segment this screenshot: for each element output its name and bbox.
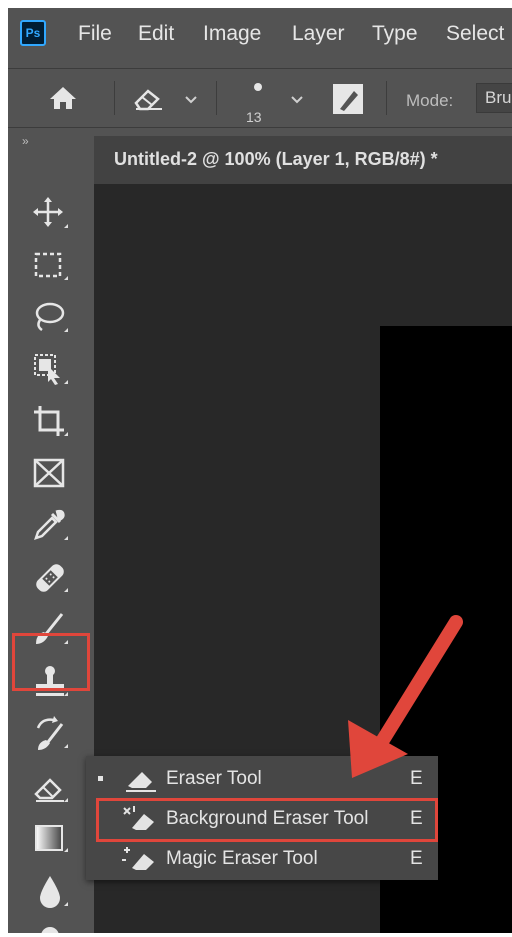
- dodge-tool[interactable]: [30, 920, 70, 933]
- marquee-tool[interactable]: [30, 246, 70, 286]
- bandage-icon: [36, 564, 64, 592]
- document-tab[interactable]: Untitled-2 @ 100% (Layer 1, RGB/8#) *: [94, 136, 512, 184]
- rectangular-marquee-icon: [34, 252, 62, 278]
- red-arrow-annotation: [348, 615, 463, 778]
- active-tool-indicator: [98, 776, 103, 781]
- eraser-tool-preset-icon[interactable]: [132, 87, 166, 111]
- water-drop-icon: [40, 876, 60, 908]
- options-bar: 13 Mode: Bru: [8, 68, 512, 128]
- chevron-down-icon[interactable]: [184, 95, 198, 105]
- menu-layer[interactable]: Layer: [292, 20, 345, 48]
- flyout-item-shortcut: E: [410, 848, 423, 869]
- flyout-item-magic-eraser-tool[interactable]: Magic Eraser Tool E: [86, 840, 438, 878]
- flyout-item-label: Magic Eraser Tool: [166, 848, 318, 869]
- tools-panel: »: [8, 128, 88, 933]
- eyedropper-icon: [34, 509, 65, 540]
- menu-edit[interactable]: Edit: [138, 20, 174, 48]
- history-brush-icon: [36, 716, 64, 750]
- lasso-icon: [35, 302, 65, 332]
- frame-icon: [33, 458, 65, 488]
- home-icon[interactable]: [48, 85, 78, 111]
- crop-tool[interactable]: [30, 402, 70, 442]
- chevron-down-icon[interactable]: [290, 95, 304, 105]
- object-selection-icon: [34, 354, 60, 385]
- eyedropper-tool[interactable]: [30, 506, 70, 546]
- eraser-tool-highlight: [12, 633, 90, 691]
- object-selection-tool[interactable]: [30, 350, 70, 390]
- menu-type[interactable]: Type: [372, 20, 418, 48]
- separator: [114, 81, 115, 115]
- photoshop-window: Ps File Edit Image Layer Type Select 13: [8, 8, 512, 933]
- separator: [216, 81, 217, 115]
- gradient-tool[interactable]: [30, 818, 70, 858]
- mode-label: Mode:: [406, 91, 454, 110]
- history-brush-tool[interactable]: [30, 714, 70, 754]
- frame-tool[interactable]: [30, 454, 70, 494]
- photoshop-logo[interactable]: Ps: [20, 20, 46, 46]
- collapse-panel-icon[interactable]: »: [22, 134, 29, 148]
- brush-tip-icon[interactable]: [252, 81, 264, 93]
- move-tool[interactable]: [30, 194, 70, 234]
- eraser-icon: [34, 778, 64, 802]
- brush-settings-icon[interactable]: [332, 83, 364, 115]
- menu-bar: Ps File Edit Image Layer Type Select: [8, 8, 512, 60]
- separator: [386, 81, 387, 115]
- mode-select[interactable]: Bru: [476, 83, 512, 113]
- dodge-icon: [41, 927, 59, 933]
- brush-size-value: 13: [246, 109, 262, 125]
- background-eraser-highlight: [96, 798, 438, 842]
- eraser-tool[interactable]: [30, 768, 70, 808]
- lasso-tool[interactable]: [30, 298, 70, 338]
- magic-eraser-icon: [122, 847, 154, 870]
- eraser-icon: [126, 772, 156, 792]
- menu-image[interactable]: Image: [203, 20, 261, 48]
- gradient-icon: [35, 825, 63, 851]
- flyout-item-label: Eraser Tool: [166, 768, 262, 789]
- menu-select[interactable]: Select: [446, 20, 504, 48]
- healing-brush-tool[interactable]: [30, 558, 70, 598]
- blur-tool[interactable]: [30, 872, 70, 912]
- move-icon: [33, 197, 63, 227]
- crop-icon: [34, 406, 64, 436]
- menu-file[interactable]: File: [78, 20, 112, 48]
